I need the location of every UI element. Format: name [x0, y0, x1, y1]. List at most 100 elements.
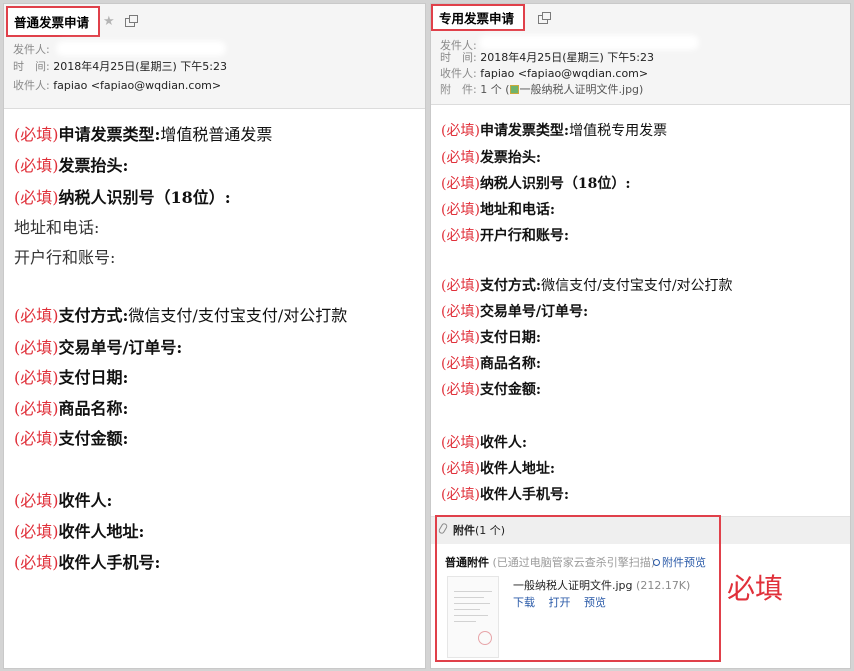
field-label: 商品名称:	[58, 399, 129, 418]
field-label: 支付方式:	[479, 278, 542, 294]
required-marker: (必填)	[441, 330, 480, 346]
time-value: 2018年4月25日(星期三) 下午5:23	[480, 51, 654, 64]
required-marker: (必填)	[14, 338, 59, 357]
popout-icon[interactable]	[538, 12, 551, 24]
field-value: 增值税专用发票	[569, 123, 668, 139]
required-marker: (必填)	[441, 228, 480, 244]
field-label: 收件人地址:	[58, 522, 145, 541]
field-label: 交易单号/订单号:	[479, 304, 589, 320]
field-value: 增值税普通发票	[160, 125, 273, 144]
required-marker: (必填)	[441, 382, 480, 398]
time-label: 时 间:	[440, 51, 477, 64]
star-icon[interactable]: ★	[103, 14, 115, 29]
field-value: 地址和电话:	[14, 218, 100, 237]
sender-label: 发件人:	[13, 43, 50, 56]
email-pane-general-invoice: 普通发票申请 ★ 发件人: 时 间: 2018年4月25日(星期三) 下午5:2…	[3, 3, 426, 669]
required-marker: (必填)	[14, 522, 59, 541]
form-line: (必填)申请发票类型:增值税普通发票	[14, 121, 272, 145]
required-marker: (必填)	[14, 399, 59, 418]
form-line: (必填)支付金额:	[14, 425, 128, 449]
form-line: (必填)支付日期:	[441, 327, 541, 347]
required-marker: (必填)	[14, 553, 59, 572]
field-label: 收件人:	[479, 435, 528, 451]
form-line: (必填)交易单号/订单号:	[441, 301, 588, 321]
form-line: (必填)支付日期:	[14, 364, 128, 388]
field-label: 发票抬头:	[479, 150, 542, 166]
required-marker: (必填)	[441, 278, 480, 294]
form-line: (必填)支付方式:微信支付/支付宝支付/对公打款	[14, 302, 347, 326]
popout-icon[interactable]	[125, 15, 138, 27]
form-line: (必填)收件人:	[441, 432, 527, 452]
field-label: 发票抬头:	[58, 156, 129, 175]
required-marker: (必填)	[441, 461, 480, 477]
field-label: 收件人地址:	[479, 461, 556, 477]
field-label: 开户行和账号:	[479, 228, 570, 244]
required-marker: (必填)	[441, 487, 480, 503]
form-line: (必填)支付方式:微信支付/支付宝支付/对公打款	[441, 275, 733, 295]
email-header: 普通发票申请 ★ 发件人: 时 间: 2018年4月25日(星期三) 下午5:2…	[4, 4, 425, 109]
field-label: 商品名称:	[479, 356, 542, 372]
redaction-blur	[56, 41, 226, 56]
email-pane-special-invoice: 专用发票申请 发件人: 时 间: 2018年4月25日(星期三) 下午5:23 …	[430, 3, 851, 669]
field-label: 申请发票类型:	[58, 125, 161, 144]
form-line: (必填)收件人手机号:	[441, 484, 569, 504]
subject-highlight: 普通发票申请	[6, 6, 100, 37]
field-label: 支付金额:	[479, 382, 542, 398]
required-marker: (必填)	[14, 188, 59, 207]
recipient-value[interactable]: fapiao <fapiao@wqdian.com>	[53, 79, 221, 92]
required-marker: (必填)	[441, 304, 480, 320]
field-label: 支付日期:	[58, 368, 129, 387]
form-line: (必填)收件人手机号:	[14, 549, 160, 573]
required-annotation: 必填	[727, 572, 784, 605]
required-marker: (必填)	[441, 176, 480, 192]
field-label: 交易单号/订单号:	[58, 338, 183, 357]
field-label: 地址和电话:	[479, 202, 556, 218]
redaction-blur	[479, 35, 699, 50]
subject-highlight: 专用发票申请	[431, 4, 525, 31]
field-label: 纳税人识别号（18位）:	[58, 188, 231, 207]
required-marker: (必填)	[14, 429, 59, 448]
form-line: (必填)地址和电话:	[441, 199, 555, 219]
recipient-label: 收件人:	[440, 67, 477, 80]
field-label: 收件人:	[58, 491, 113, 510]
field-label: 支付金额:	[58, 429, 129, 448]
field-label: 支付日期:	[479, 330, 542, 346]
form-line: (必填)收件人:	[14, 487, 112, 511]
email-subject: 专用发票申请	[439, 11, 515, 26]
required-marker: (必填)	[441, 150, 480, 166]
required-marker: (必填)	[14, 125, 59, 144]
field-label: 收件人手机号:	[479, 487, 570, 503]
field-label: 支付方式:	[58, 306, 129, 325]
recipient-value[interactable]: fapiao <fapiao@wqdian.com>	[480, 67, 648, 80]
form-line: (必填)商品名称:	[441, 353, 541, 373]
time-row: 时 间: 2018年4月25日(星期三) 下午5:23	[13, 59, 227, 74]
required-marker: (必填)	[14, 306, 59, 325]
field-value: 微信支付/支付宝支付/对公打款	[128, 306, 348, 325]
form-line: (必填)商品名称:	[14, 395, 128, 419]
attachment-count-close: )	[639, 83, 644, 96]
field-label: 收件人手机号:	[58, 553, 161, 572]
field-value: 微信支付/支付宝支付/对公打款	[541, 278, 733, 294]
form-line: (必填)开户行和账号:	[441, 225, 569, 245]
form-line: (必填)发票抬头:	[441, 147, 541, 167]
time-value: 2018年4月25日(星期三) 下午5:23	[53, 60, 227, 73]
attachment-row: 附 件: 1 个 (一般纳税人证明文件.jpg)	[440, 82, 643, 97]
attachment-count: 1 个 (	[480, 83, 510, 96]
sender-row: 发件人:	[13, 42, 50, 57]
field-label: 纳税人识别号（18位）:	[479, 176, 631, 192]
form-line: (必填)收件人地址:	[14, 518, 144, 542]
time-row: 时 间: 2018年4月25日(星期三) 下午5:23	[440, 50, 654, 65]
attachment-highlight	[435, 515, 721, 662]
required-marker: (必填)	[441, 435, 480, 451]
required-marker: (必填)	[441, 202, 480, 218]
attachment-file-link[interactable]: 一般纳税人证明文件.jpg	[520, 83, 640, 96]
required-marker: (必填)	[14, 156, 59, 175]
recipient-row: 收件人: fapiao <fapiao@wqdian.com>	[13, 78, 221, 93]
field-value: 开户行和账号:	[14, 248, 116, 267]
form-line: (必填)交易单号/订单号:	[14, 334, 182, 358]
form-line: (必填)支付金额:	[441, 379, 541, 399]
form-line: 地址和电话:	[14, 214, 99, 238]
required-marker: (必填)	[14, 368, 59, 387]
form-line: (必填)申请发票类型:增值税专用发票	[441, 120, 667, 140]
recipient-label: 收件人:	[13, 79, 50, 92]
